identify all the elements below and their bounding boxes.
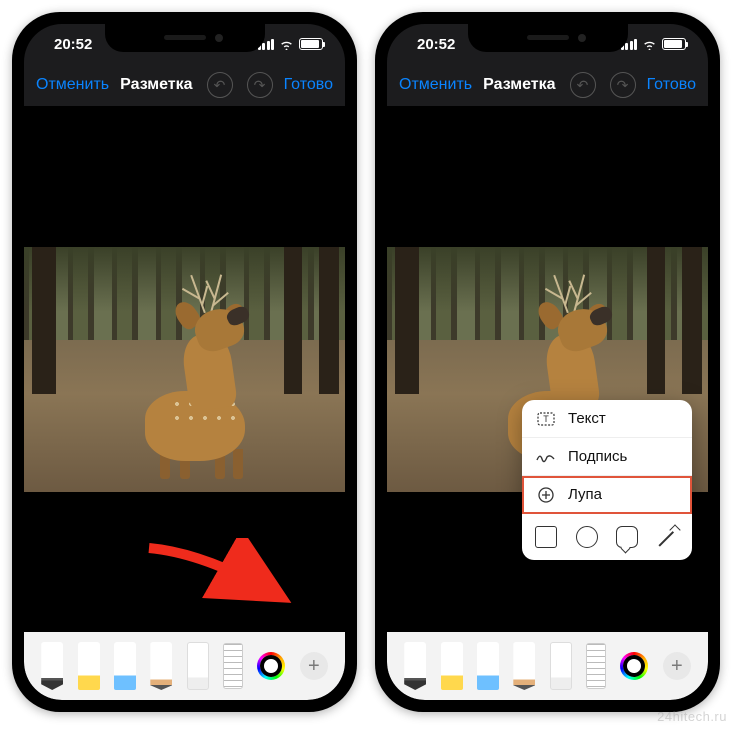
add-button[interactable]: + <box>300 652 328 680</box>
image-canvas[interactable] <box>24 106 345 632</box>
magnifier-icon <box>536 487 556 503</box>
text-icon: T <box>536 411 556 427</box>
menu-label: Подпись <box>568 448 627 465</box>
menu-item-signature[interactable]: Подпись <box>522 438 692 476</box>
color-picker[interactable] <box>257 652 285 680</box>
notch <box>105 24 265 52</box>
shape-arrow[interactable] <box>657 526 679 548</box>
svg-text:T: T <box>543 414 549 424</box>
nav-title: Разметка <box>120 76 192 94</box>
undo-button[interactable]: ↶ <box>207 72 233 98</box>
highlighter-yellow-tool[interactable] <box>441 642 463 690</box>
color-picker[interactable] <box>620 652 648 680</box>
signature-icon <box>536 449 556 465</box>
phone-right: 20:52 Отменить Разметка ↶ ↷ Готово <box>375 12 720 712</box>
battery-icon <box>299 38 323 50</box>
add-popup-menu: T Текст Подпись Лупа <box>522 400 692 560</box>
phone-left: 20:52 Отменить Разметка ↶ ↷ Готово <box>12 12 357 712</box>
ruler-tool[interactable] <box>586 643 606 689</box>
shape-circle[interactable] <box>576 526 598 548</box>
done-button[interactable]: Готово <box>647 76 696 94</box>
highlighter-yellow-tool[interactable] <box>78 642 100 690</box>
eraser-tool[interactable] <box>550 642 572 690</box>
redo-button[interactable]: ↷ <box>247 72 273 98</box>
menu-shapes-row <box>522 514 692 560</box>
battery-icon <box>662 38 686 50</box>
cancel-button[interactable]: Отменить <box>399 76 472 94</box>
wifi-icon <box>279 39 294 50</box>
pencil-tool[interactable] <box>513 642 535 690</box>
navigation-bar: Отменить Разметка ↶ ↷ Готово <box>387 64 708 106</box>
pen-tool[interactable] <box>404 642 426 690</box>
highlighter-blue-tool[interactable] <box>114 642 136 690</box>
status-indicators <box>258 38 324 50</box>
pencil-tool[interactable] <box>150 642 172 690</box>
status-indicators <box>621 38 687 50</box>
navigation-bar: Отменить Разметка ↶ ↷ Готово <box>24 64 345 106</box>
markup-toolbar: + <box>387 632 708 700</box>
ruler-tool[interactable] <box>223 643 243 689</box>
menu-item-text[interactable]: T Текст <box>522 400 692 438</box>
shape-rectangle[interactable] <box>535 526 557 548</box>
add-button[interactable]: + <box>663 652 691 680</box>
highlighter-blue-tool[interactable] <box>477 642 499 690</box>
markup-toolbar: + <box>24 632 345 700</box>
screen: 20:52 Отменить Разметка ↶ ↷ Готово <box>387 24 708 700</box>
status-time: 20:52 <box>409 36 455 53</box>
menu-label: Текст <box>568 410 606 427</box>
eraser-tool[interactable] <box>187 642 209 690</box>
watermark: 24hitech.ru <box>657 709 727 724</box>
notch <box>468 24 628 52</box>
pen-tool[interactable] <box>41 642 63 690</box>
menu-item-magnifier[interactable]: Лупа <box>522 476 692 514</box>
wifi-icon <box>642 39 657 50</box>
nav-title: Разметка <box>483 76 555 94</box>
shape-speech-bubble[interactable] <box>616 526 638 548</box>
image-canvas[interactable]: T Текст Подпись Лупа <box>387 106 708 632</box>
cancel-button[interactable]: Отменить <box>36 76 109 94</box>
status-time: 20:52 <box>46 36 92 53</box>
photo-deer <box>24 247 345 492</box>
screen: 20:52 Отменить Разметка ↶ ↷ Готово <box>24 24 345 700</box>
undo-button[interactable]: ↶ <box>570 72 596 98</box>
done-button[interactable]: Готово <box>284 76 333 94</box>
menu-label: Лупа <box>568 486 602 503</box>
redo-button[interactable]: ↷ <box>610 72 636 98</box>
